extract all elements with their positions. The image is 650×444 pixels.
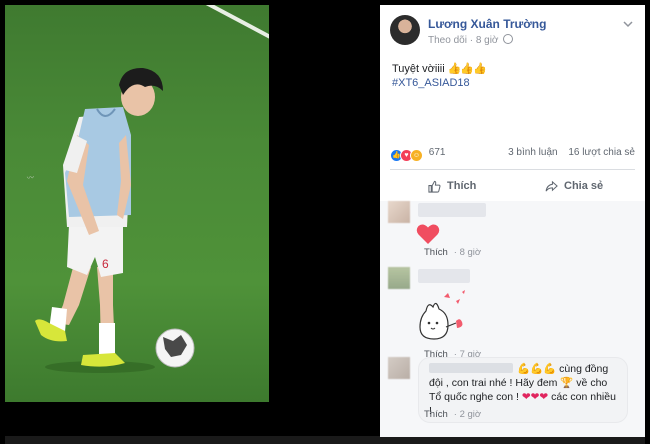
- engagement-counts: 3 bình luận 16 lượt chia sẻ: [508, 147, 635, 158]
- commenter-avatar[interactable]: [388, 201, 410, 223]
- player-illustration: 6: [35, 67, 195, 373]
- author-name[interactable]: Lương Xuân Trường: [428, 17, 546, 31]
- bunny-sticker-icon: [419, 290, 465, 340]
- divider: [390, 169, 635, 170]
- reaction-summary[interactable]: 👍 ♥ ☺ 671: [390, 147, 445, 162]
- share-button[interactable]: Chia sẻ: [545, 177, 603, 195]
- thumbs-up-emoji: 👍👍👍: [447, 63, 487, 75]
- comments-count[interactable]: 3 bình luận: [508, 147, 558, 158]
- post-actions: Thích Chia sẻ: [390, 171, 635, 201]
- comment-item: 💪💪💪 cùng đồng đội , con trai nhé ! Hãy đ…: [388, 357, 637, 437]
- svg-text:6: 6: [102, 257, 109, 271]
- reaction-count[interactable]: 671: [429, 147, 446, 158]
- comment-item: Thích · 7 giờ: [388, 267, 637, 360]
- like-button-label: Thích: [447, 180, 477, 192]
- post-panel: Lương Xuân Trường Theo dõi · 8 giờ Tuyệt…: [380, 5, 645, 437]
- thumbs-up-icon: [428, 180, 441, 193]
- like-button[interactable]: Thích: [428, 177, 476, 195]
- viewer-bottom-bar: [5, 436, 645, 444]
- comment-time[interactable]: 2 giờ: [460, 409, 482, 420]
- author-avatar[interactable]: [390, 15, 420, 45]
- post-meta: Theo dõi · 8 giờ: [428, 34, 514, 46]
- commenter-name-redacted: [429, 363, 513, 373]
- comments-section: Thích · 8 giờ Thích · 7 giờ 💪💪💪 cùng đồn…: [380, 201, 645, 437]
- post-message: Tuyệt vờiiii: [392, 63, 445, 75]
- comment-footer: Thích · 8 giờ: [424, 247, 482, 258]
- comment-like-link[interactable]: Thích: [424, 409, 448, 420]
- heart-sticker-icon: [416, 224, 440, 244]
- hashtag-link[interactable]: #XT6_ASIAD18: [392, 76, 486, 90]
- commenter-avatar[interactable]: [388, 267, 410, 289]
- haha-reaction-icon: ☺: [410, 149, 423, 162]
- post-photo[interactable]: 〰 6: [5, 5, 269, 402]
- commenter-avatar[interactable]: [388, 357, 410, 379]
- follow-link[interactable]: Theo dõi: [428, 35, 467, 46]
- commenter-name-redacted: [418, 269, 470, 283]
- share-button-label: Chia sẻ: [564, 180, 604, 192]
- shares-count[interactable]: 16 lượt chia sẻ: [568, 147, 635, 158]
- share-icon: [545, 180, 558, 191]
- chevron-down-icon[interactable]: [623, 19, 633, 29]
- post-stats: 👍 ♥ ☺ 671 3 bình luận 16 lượt chia sẻ: [390, 147, 635, 163]
- globe-icon: [503, 34, 514, 44]
- comment-footer: Thích · 2 giờ: [424, 409, 482, 420]
- post-header: Lương Xuân Trường Theo dõi · 8 giờ: [390, 15, 635, 55]
- commenter-name-redacted: [418, 203, 486, 217]
- post-text: Tuyệt vờiiii 👍👍👍 #XT6_ASIAD18: [392, 62, 487, 90]
- post-time[interactable]: 8 giờ: [476, 35, 499, 46]
- comment-time[interactable]: 8 giờ: [460, 247, 482, 258]
- comment-like-link[interactable]: Thích: [424, 247, 448, 258]
- hearts-emoji: ❤❤❤: [521, 391, 549, 403]
- comment-item: Thích · 8 giờ: [388, 201, 637, 263]
